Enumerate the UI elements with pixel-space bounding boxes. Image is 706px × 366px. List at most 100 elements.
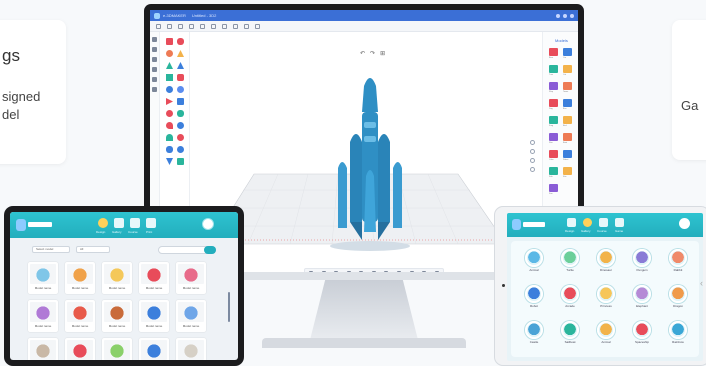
game-item[interactable]: Dinosaur [595,249,617,272]
zoom-in-icon[interactable] [530,140,535,145]
minimize-icon[interactable] [556,13,560,18]
redo-icon[interactable]: ↷ [370,50,375,57]
align-icon[interactable] [233,23,238,29]
measure-tool-icon[interactable] [152,77,157,82]
disc-icon[interactable] [177,134,184,141]
model-thumbnail[interactable] [563,99,572,107]
game-item[interactable]: Rainbow [667,321,689,344]
close-icon[interactable] [570,13,574,18]
arrow-icon[interactable] [177,98,184,105]
avatar[interactable] [202,218,214,230]
model-card[interactable]: Model name [176,338,206,360]
pill-icon[interactable] [166,146,173,153]
game-item[interactable]: Penguin [631,249,653,272]
model-card[interactable]: Model name [65,338,95,360]
model-card[interactable]: Model name [65,300,95,332]
orbit-icon[interactable] [530,167,535,172]
share-icon[interactable] [244,23,249,29]
model-card[interactable]: Model name [139,300,169,332]
zoom-out-icon[interactable] [530,149,535,154]
select-tool-icon[interactable] [152,37,157,42]
avatar[interactable] [679,218,690,229]
window-controls[interactable] [556,13,574,18]
tube-icon[interactable] [166,86,173,93]
sphere-icon[interactable] [166,50,173,57]
maximize-icon[interactable] [563,13,567,18]
image-tool-icon[interactable] [152,57,157,62]
game-item[interactable]: Turtle [559,249,581,272]
stand-icon[interactable] [166,158,173,165]
nav-design-icon[interactable] [567,218,576,227]
new-file-icon[interactable] [156,23,161,29]
model-thumbnail[interactable] [563,48,572,56]
search-icon[interactable] [204,246,216,254]
game-item[interactable]: Sailboat [559,321,581,344]
game-item[interactable]: Elephant [631,285,653,308]
model-thumbnail[interactable] [563,65,572,73]
model-card[interactable]: Model name [176,300,206,332]
model-card[interactable]: Model name [102,300,132,332]
model-thumbnail[interactable] [563,167,572,175]
settings-icon[interactable] [255,23,260,29]
gear-icon[interactable] [177,122,184,129]
torus-icon[interactable] [166,110,173,117]
model-card[interactable]: Model name [139,262,169,294]
dome-icon[interactable] [166,134,173,141]
layers-tool-icon[interactable] [152,87,157,92]
nav-course-icon[interactable] [599,218,608,227]
game-item[interactable]: Princess [595,285,617,308]
game-item[interactable]: Rabbit [667,249,689,272]
pyramid-icon[interactable] [177,50,184,57]
model-thumbnail[interactable] [549,184,558,192]
game-item[interactable]: Castle [523,321,545,344]
game-item[interactable]: Dragon [667,285,689,308]
game-item[interactable]: Animal [595,321,617,344]
heart-icon[interactable] [166,122,173,129]
model-card[interactable]: Model name [176,262,206,294]
undo-icon[interactable]: ↶ [360,50,365,57]
cube-icon[interactable] [166,38,173,45]
nav-course-icon[interactable] [130,218,140,228]
game-item[interactable]: Robot [523,285,545,308]
save-icon[interactable] [178,23,183,29]
model-thumbnail[interactable] [563,150,572,158]
home-view-icon[interactable] [530,158,535,163]
model-thumbnail[interactable] [549,116,558,124]
text-tool-icon[interactable] [152,67,157,72]
model-card[interactable]: Model name [28,262,58,294]
wedge-icon[interactable] [166,74,173,81]
nav-design-icon[interactable] [98,218,108,228]
bolt-icon[interactable] [177,158,184,165]
open-file-icon[interactable] [167,23,172,29]
hexagon-icon[interactable] [177,74,184,81]
model-thumbnail[interactable] [549,48,558,56]
nav-gallery-icon[interactable] [114,218,124,228]
model-thumbnail[interactable] [549,150,558,158]
model-card[interactable]: Model name [139,338,169,360]
category-select[interactable]: Select model [32,246,70,253]
model-card[interactable]: Model name [28,338,58,360]
scrollbar[interactable] [228,292,230,322]
game-item[interactable]: Animal [523,249,545,272]
sketch-tool-icon[interactable] [152,47,157,52]
ring-icon[interactable] [177,86,184,93]
cylinder-icon[interactable] [177,38,184,45]
capsule-icon[interactable] [177,110,184,117]
fit-view-icon[interactable]: ⊞ [380,50,385,57]
paste-icon[interactable] [211,23,216,29]
type-select[interactable]: All [76,246,110,253]
nav-game-icon[interactable] [615,218,624,227]
model-card[interactable]: Model name [102,262,132,294]
model-thumbnail[interactable] [563,82,572,90]
model-thumbnail[interactable] [563,116,572,124]
export-icon[interactable] [189,23,194,29]
model-thumbnail[interactable] [549,65,558,73]
star-icon[interactable] [166,98,173,105]
cone-icon[interactable] [166,62,173,69]
model-thumbnail[interactable] [549,133,558,141]
nav-gallery-icon[interactable] [583,218,592,227]
model-card[interactable]: Model name [28,300,58,332]
model-thumbnail[interactable] [563,133,572,141]
model-thumbnail[interactable] [549,82,558,90]
game-item[interactable]: Arcade [559,285,581,308]
